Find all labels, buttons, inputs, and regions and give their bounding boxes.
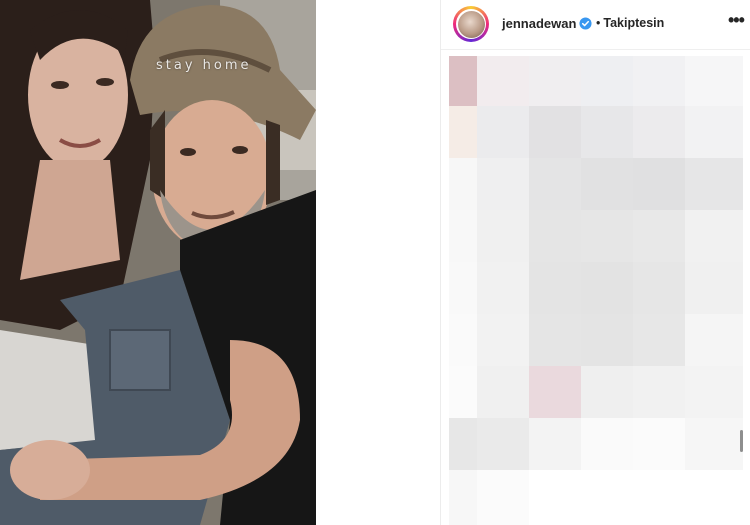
follow-status[interactable]: • Takiptesin	[596, 16, 664, 30]
avatar-image	[457, 10, 485, 38]
post-panel: jennadewan • Takiptesin •••	[440, 0, 750, 525]
scrollbar-thumb[interactable]	[740, 430, 743, 452]
avatar[interactable]	[453, 6, 489, 42]
instagram-post-view: stay home jennadewan • Takiptesin •••	[0, 0, 750, 525]
story-photo: stay home	[0, 0, 316, 525]
verified-badge-icon	[579, 17, 592, 30]
blurred-post-content	[449, 56, 743, 525]
couple-photo-illustration	[0, 0, 316, 525]
separator-dot: •	[596, 16, 601, 30]
pixelated-mosaic	[449, 56, 743, 525]
more-options-icon[interactable]: •••	[728, 11, 746, 33]
post-header: jennadewan • Takiptesin •••	[441, 0, 750, 50]
avatar-inner	[456, 9, 486, 39]
story-overlay-text: stay home	[156, 58, 252, 73]
follow-status-label: Takiptesin	[603, 16, 665, 30]
username-link[interactable]: jennadewan	[502, 16, 576, 31]
